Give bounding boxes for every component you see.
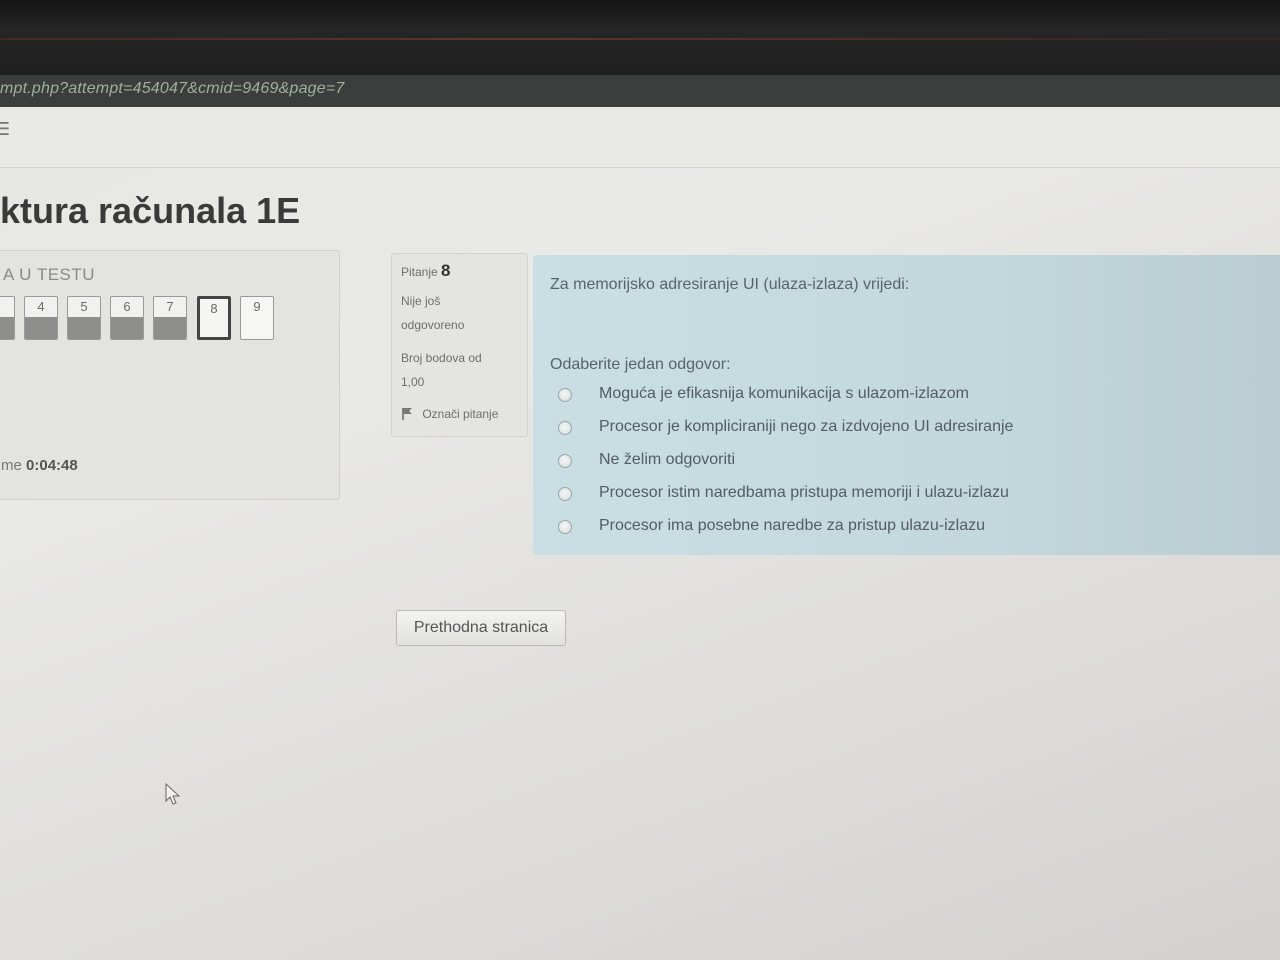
mouse-cursor-icon: [165, 783, 181, 805]
answered-indicator: [25, 317, 57, 339]
question-points: Broj bodova od: [401, 351, 482, 365]
question-nav-button[interactable]: 6: [110, 296, 144, 340]
question-text: Za memorijsko adresiranje UI (ulaza-izla…: [550, 276, 910, 293]
question-nav-button[interactable]: 7: [153, 296, 187, 340]
timer-label: me: [1, 457, 22, 474]
question-nav-button[interactable]: 5: [67, 296, 101, 340]
question-status: Nije još: [401, 294, 441, 308]
radio-button[interactable]: [558, 454, 572, 468]
question-info-panel: Pitanje 8 Nije još odgovoreno Broj bodov…: [391, 253, 528, 437]
radio-button[interactable]: [558, 487, 572, 501]
page-title: ktura računala 1E: [0, 190, 301, 231]
answer-prompt: Odaberite jedan odgovor:: [550, 356, 731, 373]
flag-icon: [402, 408, 412, 420]
address-bar[interactable]: mpt.php?attempt=454047&cmid=9469&page=7: [0, 75, 1280, 108]
question-number: 8: [441, 261, 451, 280]
menu-icon[interactable]: ☰: [0, 119, 10, 140]
answered-indicator: [68, 317, 100, 339]
url-text[interactable]: mpt.php?attempt=454047&cmid=9469&page=7: [0, 80, 345, 98]
question-label: Pitanje: [401, 265, 438, 279]
answer-label[interactable]: Moguća je efikasnija komunikacija s ulaz…: [599, 385, 969, 403]
question-nav-button[interactable]: [0, 296, 15, 340]
question-number-line: Pitanje 8: [401, 261, 451, 281]
question-nav-number: 8: [210, 301, 218, 316]
question-content: Za memorijsko adresiranje UI (ulaza-izla…: [533, 255, 1280, 555]
answer-label[interactable]: Ne želim odgovoriti: [599, 451, 735, 469]
question-nav-number: 9: [253, 299, 261, 314]
timer-value: 0:04:48: [26, 457, 78, 474]
question-nav-button-current[interactable]: 8: [197, 296, 231, 340]
question-status: odgovoreno: [401, 318, 465, 332]
flag-question-link[interactable]: Označi pitanje: [401, 407, 498, 421]
answer-label[interactable]: Procesor je kompliciraniji nego za izdvo…: [599, 418, 1013, 436]
time-remaining: me 0:04:48: [1, 457, 78, 474]
question-nav-number: 7: [166, 299, 174, 314]
answer-label[interactable]: Procesor ima posebne naredbe za pristup …: [599, 517, 985, 535]
previous-page-button[interactable]: Prethodna stranica: [396, 610, 566, 646]
flag-question-label: Označi pitanje: [422, 407, 499, 421]
question-nav-number: 5: [80, 299, 88, 314]
question-nav-number: 6: [123, 299, 131, 314]
site-header: ☰: [0, 107, 1280, 168]
bezel-divider: [0, 38, 1280, 40]
radio-button[interactable]: [558, 520, 572, 534]
question-nav-button[interactable]: 9: [240, 296, 274, 340]
answer-label[interactable]: Procesor istim naredbama pristupa memori…: [599, 484, 1009, 502]
radio-button[interactable]: [558, 388, 572, 402]
question-nav-button[interactable]: 4: [24, 296, 58, 340]
answered-indicator: [154, 317, 186, 339]
question-points-value: 1,00: [401, 375, 425, 389]
question-nav-number: 4: [37, 299, 45, 314]
radio-button[interactable]: [558, 421, 572, 435]
quiz-navigation-title: A U TESTU: [3, 265, 96, 284]
quiz-navigation-block: A U TESTU 4 5 6 7 8 9 me 0:04:48: [0, 250, 340, 500]
answered-indicator: [0, 317, 14, 339]
answered-indicator: [111, 317, 143, 339]
